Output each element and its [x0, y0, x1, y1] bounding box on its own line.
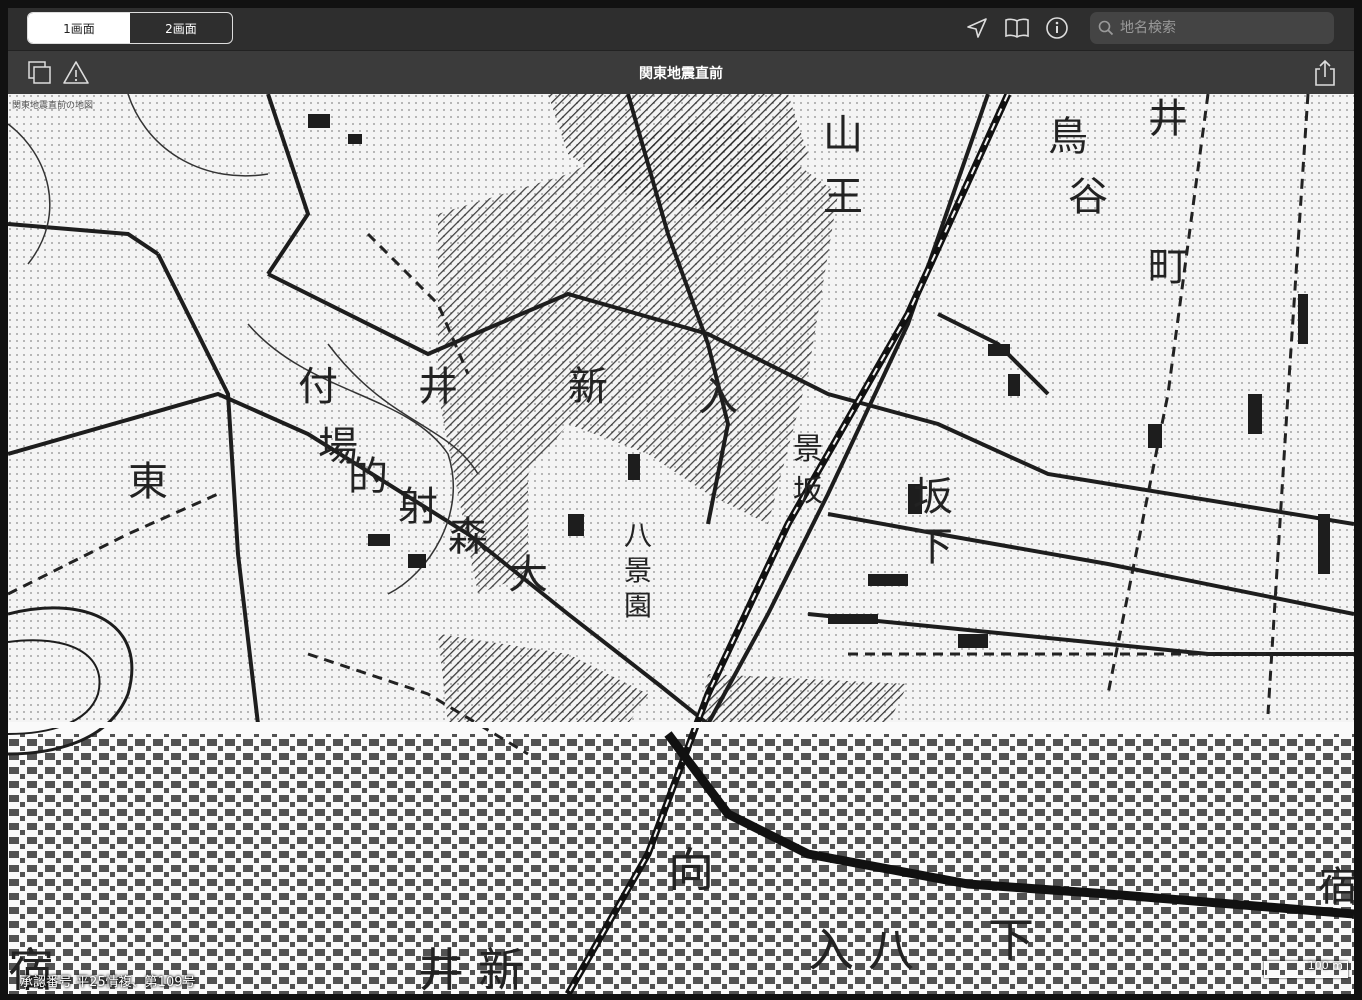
search-field[interactable] [1090, 12, 1334, 44]
place-label: 新 [478, 943, 524, 994]
place-label: 坂 [793, 474, 823, 509]
place-label: 井 [1148, 96, 1188, 142]
screen-mode-segmented-control[interactable]: 1画面 2画面 [27, 12, 233, 44]
place-label: 谷 [1068, 174, 1108, 220]
app-window: 1画面 2画面 関東地震直前 [8, 8, 1354, 994]
place-label: 王 [823, 174, 863, 220]
place-label: 的 [348, 454, 388, 500]
book-icon[interactable] [1003, 14, 1031, 42]
tab-dual-screen[interactable]: 2画面 [130, 13, 232, 43]
tab-single-screen[interactable]: 1画面 [28, 13, 130, 43]
place-label: 新 [568, 364, 608, 410]
place-label: 山 [823, 112, 863, 158]
place-label: 付 [298, 364, 338, 410]
place-label: 下 [988, 913, 1034, 967]
approval-number: 承認番号 平25情複、第109号 [20, 975, 196, 990]
place-label: 景 [624, 554, 653, 587]
map-source-label: 関東地震直前の地図 [12, 101, 94, 111]
place-label: 入 [698, 374, 738, 420]
place-label: 森 [448, 514, 488, 560]
share-icon[interactable] [1312, 58, 1338, 92]
place-label: 町 [1148, 244, 1188, 290]
place-label: 向 [668, 843, 714, 897]
map-header-bar: 関東地震直前 [8, 50, 1354, 95]
place-label: 下 [913, 524, 953, 570]
place-label: 射 [398, 484, 438, 530]
location-arrow-icon[interactable] [963, 14, 991, 42]
place-label: 東 [128, 459, 168, 505]
place-label: 八 [624, 519, 653, 552]
place-label: 八 [868, 923, 914, 977]
place-label: 園 [624, 589, 653, 622]
place-label: 景 [793, 432, 823, 467]
place-label: 井 [418, 943, 464, 994]
place-label: 鳥 [1048, 114, 1088, 160]
info-icon[interactable] [1043, 14, 1071, 42]
place-label: 井 [418, 364, 458, 410]
historic-map-view[interactable]: 山 王 井 鳥 谷 町 井 新 入 付 場 的 射 森 大 東 八 景 園 坂 … [8, 94, 1354, 994]
search-icon [1098, 20, 1114, 36]
scale-bar: 100 m [1264, 959, 1348, 978]
top-toolbar: 1画面 2画面 [8, 8, 1354, 50]
place-label: 宿 [1318, 864, 1354, 910]
place-label: 入 [808, 923, 854, 977]
search-input[interactable] [1118, 19, 1322, 37]
map-title: 関東地震直前 [639, 66, 723, 82]
scale-label: 100 m [1307, 959, 1343, 972]
place-label: 大 [508, 552, 548, 598]
